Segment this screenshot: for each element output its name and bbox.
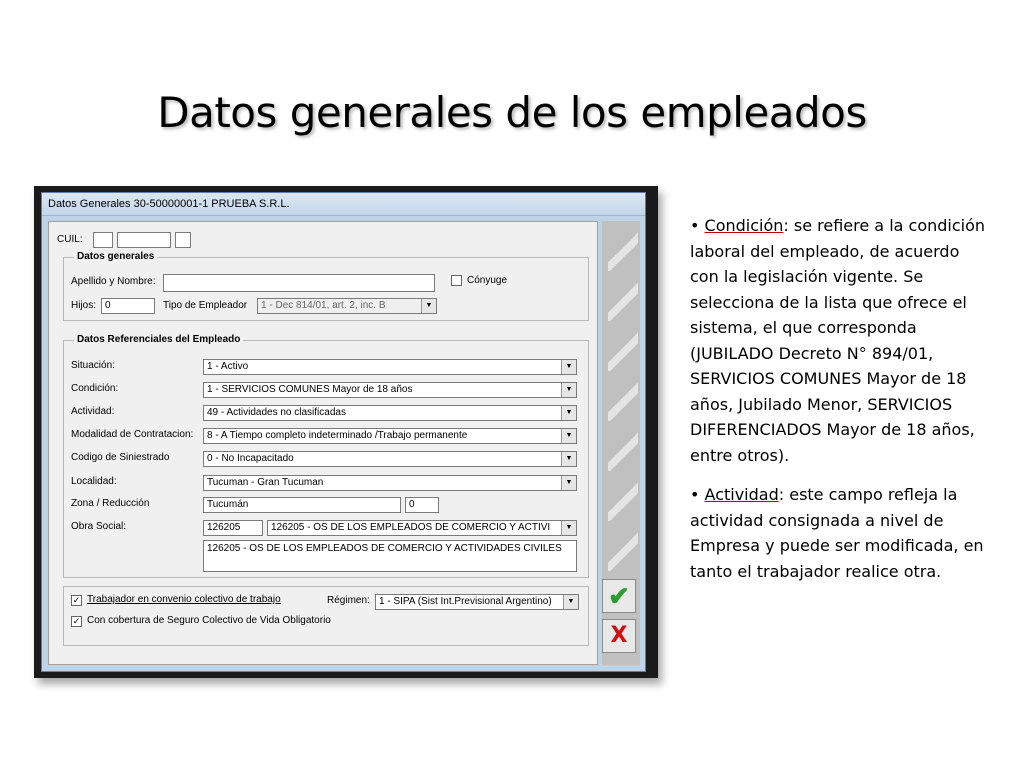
datos-referenciales-title: Datos Referenciales del Empleado <box>74 334 244 345</box>
convenio-checkbox[interactable]: ✓ <box>71 595 82 606</box>
siniestrado-select[interactable]: 0 - No Incapacitado ▼ <box>203 451 577 467</box>
obra-social-code-input[interactable]: 126205 <box>203 520 263 536</box>
watermark-logo <box>608 531 638 571</box>
watermark-logo <box>608 481 638 521</box>
apellido-nombre-input[interactable] <box>163 274 435 292</box>
watermark-logo <box>608 231 638 271</box>
hijos-label: Hijos: <box>71 300 97 311</box>
watermark-logo <box>608 381 638 421</box>
condicion-label: Condición: <box>71 383 119 394</box>
conyuge-label: Cónyuge <box>467 275 508 286</box>
check-icon: ✔ <box>608 581 630 611</box>
cuil-prefix-field[interactable] <box>93 232 113 248</box>
condicion-description: : se refiere a la condición laboral del … <box>690 216 986 465</box>
chevron-down-icon[interactable]: ▼ <box>561 360 576 374</box>
localidad-select[interactable]: Tucuman - Gran Tucuman ▼ <box>203 475 577 491</box>
condicion-select[interactable]: 1 - SERVICIOS COMUNES Mayor de 18 años ▼ <box>203 382 577 398</box>
siniestrado-label: Codigo de Siniestrado <box>71 452 170 463</box>
actividad-label: Actividad: <box>71 406 115 417</box>
watermark-logo <box>608 331 638 371</box>
obra-social-description: 126205 - OS DE LOS EMPLEADOS DE COMERCIO… <box>203 540 577 572</box>
hijos-input[interactable]: 0 <box>101 298 155 314</box>
notes-text: • Condición: se refiere a la condición l… <box>690 213 990 598</box>
cuil-number-field[interactable] <box>117 232 171 248</box>
slide-title: Datos generales de los empleados <box>157 88 867 137</box>
term-condicion: Condición <box>704 216 784 235</box>
obra-social-select[interactable]: 126205 - OS DE LOS EMPLEADOS DE COMERCIO… <box>267 520 577 536</box>
cancel-button[interactable]: X <box>602 619 636 653</box>
chevron-down-icon[interactable]: ▼ <box>421 299 436 313</box>
situacion-select[interactable]: 1 - Activo ▼ <box>203 359 577 375</box>
modalidad-label: Modalidad de Contratacion: <box>71 429 194 440</box>
tipo-empleador-select[interactable]: 1 - Dec 814/01, art. 2, inc. B ▼ <box>257 298 437 314</box>
chevron-down-icon[interactable]: ▼ <box>563 595 578 609</box>
chevron-down-icon[interactable]: ▼ <box>561 429 576 443</box>
conyuge-checkbox[interactable] <box>451 275 462 286</box>
seguro-label: Con cobertura de Seguro Colectivo de Vid… <box>87 615 331 626</box>
regimen-label: Régimen: <box>327 595 370 606</box>
zona-reduccion-input[interactable]: 0 <box>405 497 439 513</box>
watermark-logo <box>608 281 638 321</box>
chevron-down-icon[interactable]: ▼ <box>561 406 576 420</box>
close-icon: X <box>610 623 628 648</box>
chevron-down-icon[interactable]: ▼ <box>561 452 576 466</box>
chevron-down-icon[interactable]: ▼ <box>561 383 576 397</box>
convenio-label: Trabajador en convenio colectivo de trab… <box>87 594 281 605</box>
bullet-actividad: • Actividad: este campo refleja la activ… <box>690 485 984 581</box>
localidad-label: Localidad: <box>71 476 117 487</box>
situacion-label: Situación: <box>71 360 115 371</box>
term-actividad: Actividad <box>704 485 779 504</box>
obra-social-label: Obra Social: <box>71 521 127 532</box>
screenshot-frame: Datos Generales 30-50000001-1 PRUEBA S.R… <box>34 186 658 678</box>
apellido-label: Apellido y Nombre: <box>71 276 156 287</box>
seguro-checkbox[interactable]: ✓ <box>71 616 82 627</box>
cuil-check-digit-field[interactable] <box>175 232 191 248</box>
zona-input[interactable]: Tucumán <box>203 497 401 513</box>
modalidad-select[interactable]: 8 - A Tiempo completo indeterminado /Tra… <box>203 428 577 444</box>
tipo-empleador-label: Tipo de Empleador <box>163 300 248 311</box>
datos-generales-title: Datos generales <box>74 251 158 262</box>
window-title: Datos Generales 30-50000001-1 PRUEBA S.R… <box>42 193 645 216</box>
chevron-down-icon[interactable]: ▼ <box>561 476 576 490</box>
datos-generales-window: Datos Generales 30-50000001-1 PRUEBA S.R… <box>41 192 646 672</box>
actividad-select[interactable]: 49 - Actividades no clasificadas ▼ <box>203 405 577 421</box>
watermark-logo <box>608 431 638 471</box>
cuil-label: CUIL: <box>57 234 83 245</box>
zona-label: Zona / Reducción <box>71 498 150 509</box>
accept-button[interactable]: ✔ <box>602 579 636 613</box>
bullet-condicion: • Condición: se refiere a la condición l… <box>690 216 986 465</box>
regimen-select[interactable]: 1 - SIPA (Sist Int.Previsional Argentino… <box>375 594 579 610</box>
chevron-down-icon[interactable]: ▼ <box>561 521 576 535</box>
form-client-area: CUIL: Datos generales Apellido y Nombre:… <box>48 221 598 665</box>
